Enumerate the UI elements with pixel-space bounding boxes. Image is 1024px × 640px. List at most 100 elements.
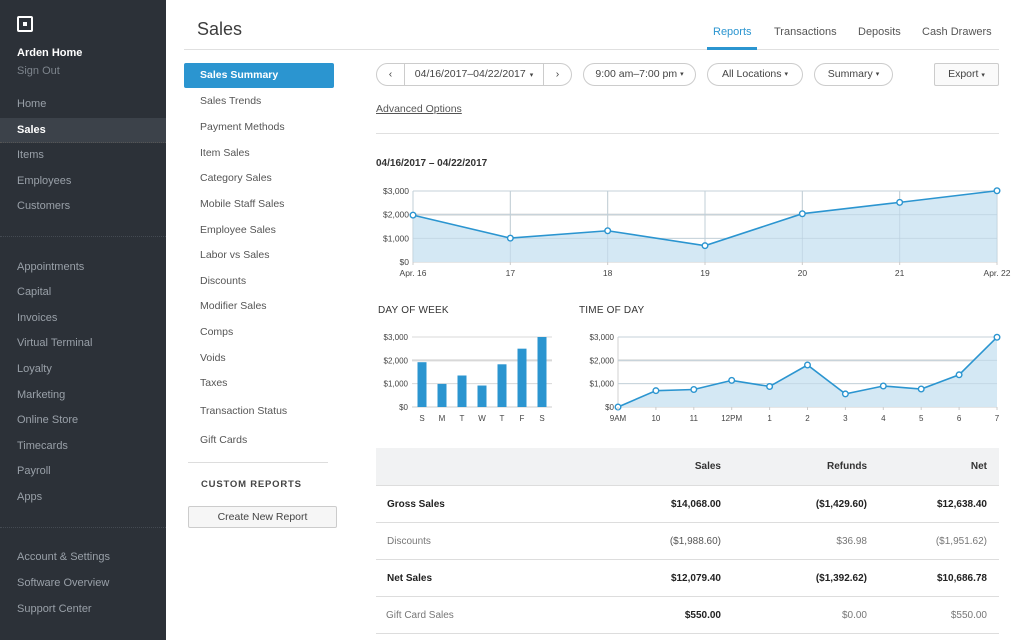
tab-transactions[interactable]: Transactions (774, 26, 837, 38)
time-of-day-chart: $0 $1,000 $2,000 $3,000 9AM 10 11 12PM 1 2 3 4 5 6 7 (590, 333, 1001, 423)
report-item[interactable]: Comps (200, 326, 233, 338)
sales-summary-table: Sales Refunds Net Gross Sales $14,068.00… (376, 448, 999, 634)
nav-appointments[interactable]: Appointments (0, 255, 166, 280)
area-fill (618, 337, 997, 407)
row-net: $12,638.40 (936, 498, 987, 510)
nav-divider (0, 236, 166, 237)
x-tick-label: 6 (957, 414, 962, 423)
bar (437, 383, 447, 407)
x-tick-label: 4 (881, 414, 886, 423)
report-item[interactable]: Discounts (200, 275, 246, 287)
report-item[interactable]: Payment Methods (200, 121, 285, 133)
y-tick-label: $0 (605, 403, 614, 412)
report-item[interactable]: Employee Sales (200, 224, 276, 236)
report-item[interactable]: Labor vs Sales (200, 249, 269, 261)
time-range-dropdown[interactable]: 9:00 am–7:00 pm ▾ (583, 63, 696, 86)
page-title: Sales (197, 19, 243, 39)
nav-apps[interactable]: Apps (0, 485, 166, 510)
y-tick-label: $1,000 (590, 380, 615, 389)
data-point (896, 198, 904, 206)
export-button[interactable]: Export ▾ (934, 63, 999, 86)
x-tick-label: W (478, 414, 486, 423)
nav-employees[interactable]: Employees (0, 169, 166, 194)
header-divider (184, 49, 999, 50)
data-point (803, 361, 811, 369)
report-item[interactable]: Item Sales (200, 147, 250, 159)
chevron-down-icon: ▾ (875, 71, 880, 78)
report-item[interactable]: Voids (200, 352, 226, 364)
report-item[interactable]: Modifier Sales (200, 300, 267, 312)
nav-virtual-terminal[interactable]: Virtual Terminal (0, 331, 166, 356)
sign-out-link[interactable]: Sign Out (17, 65, 60, 77)
report-item[interactable]: Transaction Status (200, 405, 287, 417)
data-point (955, 371, 963, 379)
date-range-dropdown[interactable]: 04/16/2017–04/22/2017 ▾ (405, 64, 543, 85)
y-tick-label: $0 (399, 403, 408, 412)
x-tick-label: M (439, 414, 446, 423)
location-dropdown[interactable]: All Locations ▾ (707, 63, 803, 86)
row-label: Gross Sales (387, 498, 445, 510)
bar (417, 362, 427, 407)
nav-customers[interactable]: Customers (0, 194, 166, 219)
nav-account-settings[interactable]: Account & Settings (0, 545, 166, 570)
chevron-right-icon: › (555, 68, 560, 80)
y-tick-label: $3,000 (590, 333, 615, 342)
data-point (993, 333, 1001, 341)
view-dropdown[interactable]: Summary ▾ (814, 63, 893, 86)
bar (477, 385, 487, 407)
date-range-value: 04/16/2017–04/22/2017 (414, 68, 526, 80)
x-tick-label: 19 (700, 268, 710, 278)
data-point (690, 386, 698, 394)
nav-sales[interactable]: Sales (0, 118, 166, 143)
tab-reports[interactable]: Reports (713, 26, 752, 38)
row-sales: $14,068.00 (670, 498, 721, 510)
report-item[interactable]: Gift Cards (200, 434, 247, 446)
nav-software-overview[interactable]: Software Overview (0, 571, 166, 596)
data-point (506, 234, 514, 242)
x-tick-label: 1 (767, 414, 772, 423)
nav-support-center[interactable]: Support Center (0, 597, 166, 622)
x-tick-label: Apr. 16 (400, 268, 427, 278)
x-tick-label: S (539, 414, 544, 423)
report-item[interactable]: Taxes (200, 377, 227, 389)
tab-deposits[interactable]: Deposits (858, 26, 901, 38)
bar (457, 375, 467, 407)
nav-online-store[interactable]: Online Store (0, 408, 166, 433)
create-new-report-button[interactable]: Create New Report (188, 506, 337, 528)
nav-marketing[interactable]: Marketing (0, 383, 166, 408)
x-tick-label: 3 (843, 414, 848, 423)
nav-loyalty[interactable]: Loyalty (0, 357, 166, 382)
day-of-week-chart: $0 $1,000 $2,000 $3,000 S M T W T F S (384, 333, 552, 423)
nav-timecards[interactable]: Timecards (0, 434, 166, 459)
nav-invoices[interactable]: Invoices (0, 306, 166, 331)
square-logo-icon[interactable] (17, 16, 33, 32)
report-item[interactable]: Sales Trends (200, 95, 261, 107)
nav-payroll[interactable]: Payroll (0, 459, 166, 484)
chevron-down-icon: ▾ (784, 71, 789, 78)
nav-capital[interactable]: Capital (0, 280, 166, 305)
account-name: Arden Home (17, 47, 83, 59)
table-header: Sales Refunds Net (376, 448, 999, 486)
row-net: $550.00 (950, 609, 987, 621)
x-tick-label: 21 (895, 268, 905, 278)
tab-cash-drawers[interactable]: Cash Drawers (922, 26, 992, 38)
active-tab-indicator (707, 47, 757, 50)
x-tick-label: 12PM (721, 414, 742, 423)
report-item[interactable]: Category Sales (200, 172, 272, 184)
advanced-options-link[interactable]: Advanced Options (376, 103, 462, 115)
data-point (728, 376, 736, 384)
chevron-left-icon: ‹ (388, 68, 393, 80)
prev-range-button[interactable]: ‹ (377, 64, 405, 85)
header-refunds: Refunds (827, 461, 867, 472)
report-item[interactable]: Mobile Staff Sales (200, 198, 284, 210)
chevron-down-icon: ▾ (529, 72, 534, 79)
nav-items[interactable]: Items (0, 143, 166, 168)
x-tick-label: T (460, 414, 465, 423)
next-range-button[interactable]: › (543, 64, 571, 85)
data-point (993, 187, 1001, 195)
report-sales-summary[interactable]: Sales Summary (184, 63, 334, 88)
export-label: Export (948, 68, 979, 80)
nav-home[interactable]: Home (0, 92, 166, 117)
y-tick-label: $2,000 (384, 356, 409, 365)
day-of-week-title: DAY OF WEEK (378, 305, 449, 316)
